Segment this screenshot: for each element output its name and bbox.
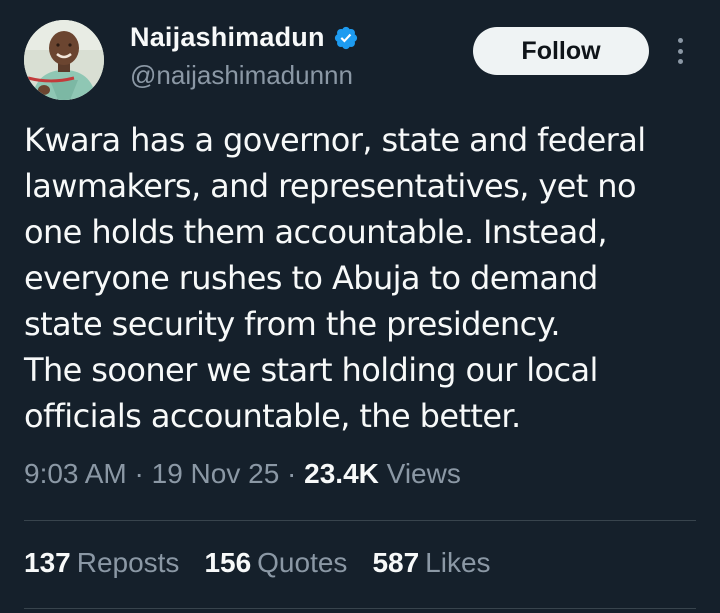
divider xyxy=(24,520,696,521)
tweet-text-line: everyone rushes to Abuja to demand xyxy=(24,259,598,297)
likes-label: Likes xyxy=(425,547,491,578)
author-handle[interactable]: @naijashimadunnn xyxy=(130,60,353,91)
tweet-text-line: The sooner we start holding our local xyxy=(24,351,598,389)
tweet-text: Kwara has a governor, state and federal … xyxy=(24,117,704,439)
likes-count: 587 xyxy=(372,547,420,578)
avatar-image xyxy=(24,20,104,100)
tweet-text-line: one holds them accountable. Instead, xyxy=(24,213,608,251)
tweet-stats: 137 Reposts 156 Quotes 587 Likes xyxy=(24,547,491,579)
tweet-text-line: lawmakers, and representatives, yet no xyxy=(24,167,637,205)
more-vertical-icon[interactable] xyxy=(668,34,692,68)
reposts-stat[interactable]: 137 Reposts xyxy=(24,547,179,579)
quotes-count: 156 xyxy=(204,547,252,578)
tweet-card: Naijashimadun @naijashimadunnn Follow Kw… xyxy=(0,0,720,613)
views-label: Views xyxy=(386,458,461,489)
more-dot xyxy=(677,38,683,43)
avatar[interactable] xyxy=(24,20,104,100)
meta-separator: · xyxy=(287,458,305,489)
display-name[interactable]: Naijashimadun xyxy=(130,22,325,53)
author-name-row: Naijashimadun xyxy=(130,22,359,53)
views-count: 23.4K xyxy=(304,458,379,489)
reposts-count: 137 xyxy=(24,547,71,578)
tweet-meta: 9:03 AM · 19 Nov 25 · 23.4K Views xyxy=(24,458,461,490)
meta-separator: · xyxy=(134,458,152,489)
tweet-text-line: officials accountable, the better. xyxy=(24,397,521,435)
quotes-label: Quotes xyxy=(257,547,348,578)
divider xyxy=(24,608,696,609)
tweet-date[interactable]: 19 Nov 25 xyxy=(152,458,280,489)
follow-button[interactable]: Follow xyxy=(473,27,649,75)
more-dot xyxy=(677,59,683,64)
verified-badge-icon xyxy=(333,25,359,51)
quotes-stat[interactable]: 156 Quotes xyxy=(204,547,347,579)
more-dot xyxy=(677,48,683,54)
tweet-text-line: Kwara has a governor, state and federal xyxy=(24,121,646,159)
reposts-label: Reposts xyxy=(76,547,180,578)
tweet-text-line: state security from the presidency. xyxy=(24,305,561,343)
tweet-time[interactable]: 9:03 AM xyxy=(24,458,127,489)
likes-stat[interactable]: 587 Likes xyxy=(372,547,490,579)
